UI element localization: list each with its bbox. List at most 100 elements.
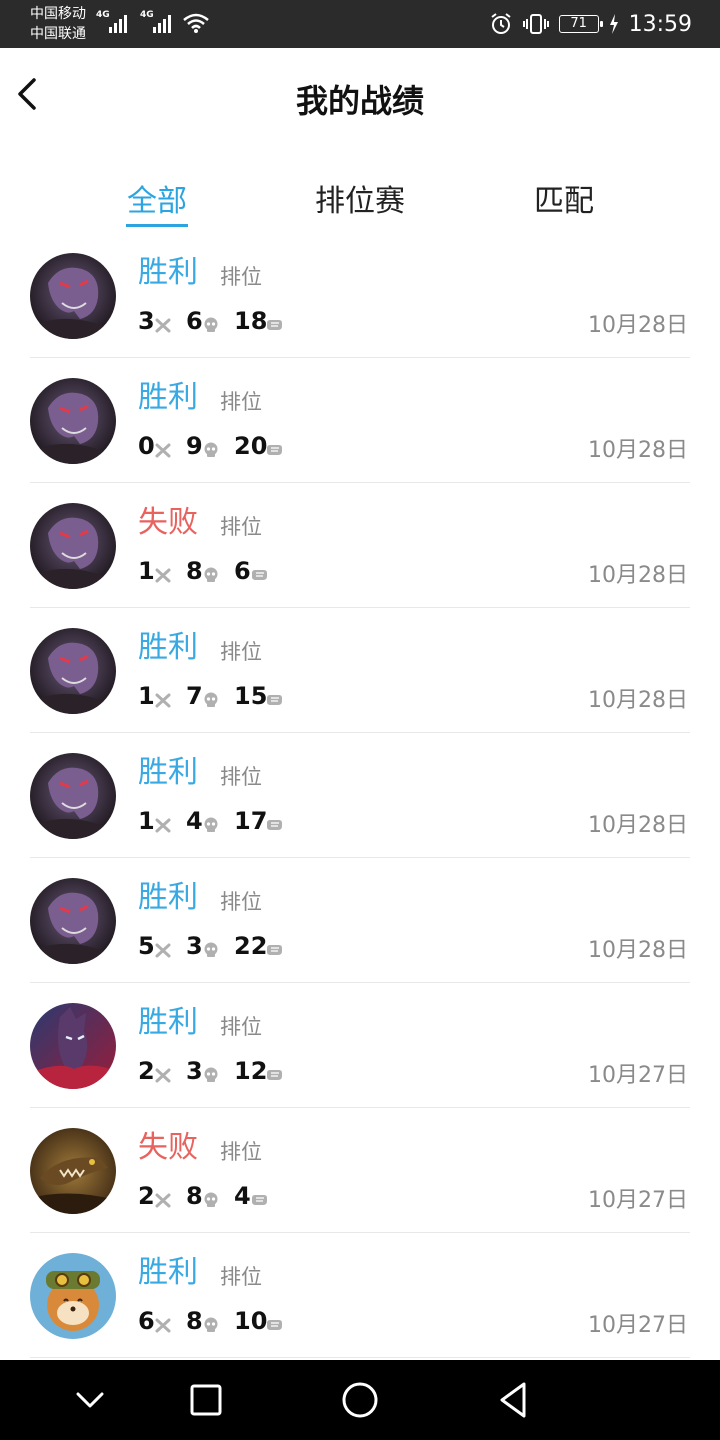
deaths-value: 9 bbox=[186, 432, 203, 460]
match-row-8[interactable]: 失败 排位 2 8 4 10月27日 bbox=[0, 1108, 720, 1233]
assist-hand-icon bbox=[267, 1070, 282, 1080]
active-tab-indicator bbox=[126, 224, 188, 227]
kill-icon bbox=[155, 318, 171, 333]
match-date: 10月28日 bbox=[588, 813, 688, 838]
dark-champion-portrait bbox=[30, 503, 116, 589]
match-row-3[interactable]: 失败 排位 1 8 6 10月28日 bbox=[0, 483, 720, 608]
assist-hand-icon bbox=[267, 445, 282, 455]
alarm-icon bbox=[490, 13, 511, 34]
champion-avatar bbox=[30, 503, 116, 589]
deaths-value: 8 bbox=[186, 557, 203, 585]
wifi-icon bbox=[183, 13, 209, 33]
assist-hand-icon bbox=[267, 945, 282, 955]
deaths-value: 8 bbox=[186, 1182, 203, 1210]
back-triangle-icon[interactable] bbox=[494, 1378, 534, 1422]
champion-avatar bbox=[30, 878, 116, 964]
skull-icon bbox=[204, 567, 218, 582]
assist-hand-icon bbox=[267, 320, 282, 330]
status-bar: 中国移动 中国联通 4G 4G 71 13:59 bbox=[0, 0, 720, 48]
match-result: 失败 bbox=[138, 505, 198, 540]
match-list: 胜利 排位 3 6 18 10月28日 胜利 排位 0 9 20 10月28日 … bbox=[0, 233, 720, 1358]
match-date: 10月27日 bbox=[588, 1188, 688, 1213]
tab-ranked[interactable]: 排位赛 bbox=[315, 176, 405, 220]
dark-champion-portrait bbox=[30, 628, 116, 714]
champion-avatar bbox=[30, 253, 116, 339]
assists-value: 20 bbox=[234, 432, 268, 460]
assists-value: 6 bbox=[234, 557, 251, 585]
dark-champion-portrait bbox=[30, 378, 116, 464]
nav-hide-icon[interactable] bbox=[70, 1378, 110, 1422]
match-date: 10月28日 bbox=[588, 438, 688, 463]
kills-value: 2 bbox=[138, 1182, 155, 1210]
match-row-2[interactable]: 胜利 排位 0 9 20 10月28日 bbox=[0, 358, 720, 483]
skull-icon bbox=[204, 1317, 218, 1332]
match-date: 10月27日 bbox=[588, 1063, 688, 1088]
kills-value: 1 bbox=[138, 682, 155, 710]
match-mode: 排位 bbox=[220, 515, 262, 539]
kill-icon bbox=[155, 443, 171, 458]
deaths-value: 7 bbox=[186, 682, 203, 710]
signal-icon bbox=[109, 15, 127, 33]
assists-value: 12 bbox=[234, 1057, 268, 1085]
match-row-5[interactable]: 胜利 排位 1 4 17 10月28日 bbox=[0, 733, 720, 858]
match-date: 10月28日 bbox=[588, 938, 688, 963]
clock: 13:59 bbox=[628, 11, 692, 37]
assist-hand-icon bbox=[252, 1195, 267, 1205]
match-result: 胜利 bbox=[138, 255, 198, 290]
kills-value: 1 bbox=[138, 557, 155, 585]
kills-value: 3 bbox=[138, 307, 155, 335]
assist-hand-icon bbox=[267, 820, 282, 830]
kill-icon bbox=[155, 568, 171, 583]
deaths-value: 8 bbox=[186, 1307, 203, 1335]
match-result: 胜利 bbox=[138, 1255, 198, 1290]
match-mode: 排位 bbox=[220, 1015, 262, 1039]
assists-value: 22 bbox=[234, 932, 268, 960]
match-row-4[interactable]: 胜利 排位 1 7 15 10月28日 bbox=[0, 608, 720, 733]
kill-icon bbox=[155, 1318, 171, 1333]
match-result: 胜利 bbox=[138, 755, 198, 790]
tab-bar: 全部 排位赛 匹配 bbox=[0, 170, 720, 230]
match-result: 胜利 bbox=[138, 1005, 198, 1040]
charging-icon bbox=[609, 14, 618, 34]
match-result: 失败 bbox=[138, 1130, 198, 1165]
assists-value: 15 bbox=[234, 682, 268, 710]
carrier-names: 中国移动 中国联通 bbox=[30, 4, 86, 44]
yordle-champion-portrait bbox=[30, 1253, 116, 1339]
match-row-6[interactable]: 胜利 排位 5 3 22 10月28日 bbox=[0, 858, 720, 983]
match-result: 胜利 bbox=[138, 630, 198, 665]
kills-value: 1 bbox=[138, 807, 155, 835]
deaths-value: 3 bbox=[186, 1057, 203, 1085]
tab-match[interactable]: 匹配 bbox=[534, 176, 594, 220]
page-title: 我的战绩 bbox=[295, 82, 424, 120]
match-mode: 排位 bbox=[220, 765, 262, 789]
recents-icon[interactable] bbox=[186, 1378, 226, 1422]
skull-icon bbox=[204, 817, 218, 832]
champion-avatar bbox=[30, 1003, 116, 1089]
kills-value: 5 bbox=[138, 932, 155, 960]
champion-avatar bbox=[30, 1253, 116, 1339]
vibrate-icon bbox=[522, 14, 549, 34]
carrier-2: 中国联通 bbox=[30, 26, 86, 42]
assists-value: 17 bbox=[234, 807, 268, 835]
dark-champion-portrait bbox=[30, 753, 116, 839]
match-row-1[interactable]: 胜利 排位 3 6 18 10月28日 bbox=[0, 233, 720, 358]
row-divider bbox=[30, 1357, 690, 1358]
kills-value: 2 bbox=[138, 1057, 155, 1085]
champion-avatar bbox=[30, 1128, 116, 1214]
match-mode: 排位 bbox=[220, 1265, 262, 1289]
tab-all[interactable]: 全部 bbox=[127, 176, 187, 220]
home-icon[interactable] bbox=[338, 1378, 382, 1422]
match-row-9[interactable]: 胜利 排位 6 8 10 10月27日 bbox=[0, 1233, 720, 1358]
match-row-7[interactable]: 胜利 排位 2 3 12 10月27日 bbox=[0, 983, 720, 1108]
match-result: 胜利 bbox=[138, 380, 198, 415]
match-mode: 排位 bbox=[220, 640, 262, 664]
kill-icon bbox=[155, 943, 171, 958]
assist-hand-icon bbox=[267, 695, 282, 705]
skull-icon bbox=[204, 942, 218, 957]
match-date: 10月28日 bbox=[588, 563, 688, 588]
header: 我的战绩 bbox=[0, 48, 720, 144]
skull-icon bbox=[204, 442, 218, 457]
champion-avatar bbox=[30, 378, 116, 464]
deaths-value: 6 bbox=[186, 307, 203, 335]
skull-icon bbox=[204, 317, 218, 332]
